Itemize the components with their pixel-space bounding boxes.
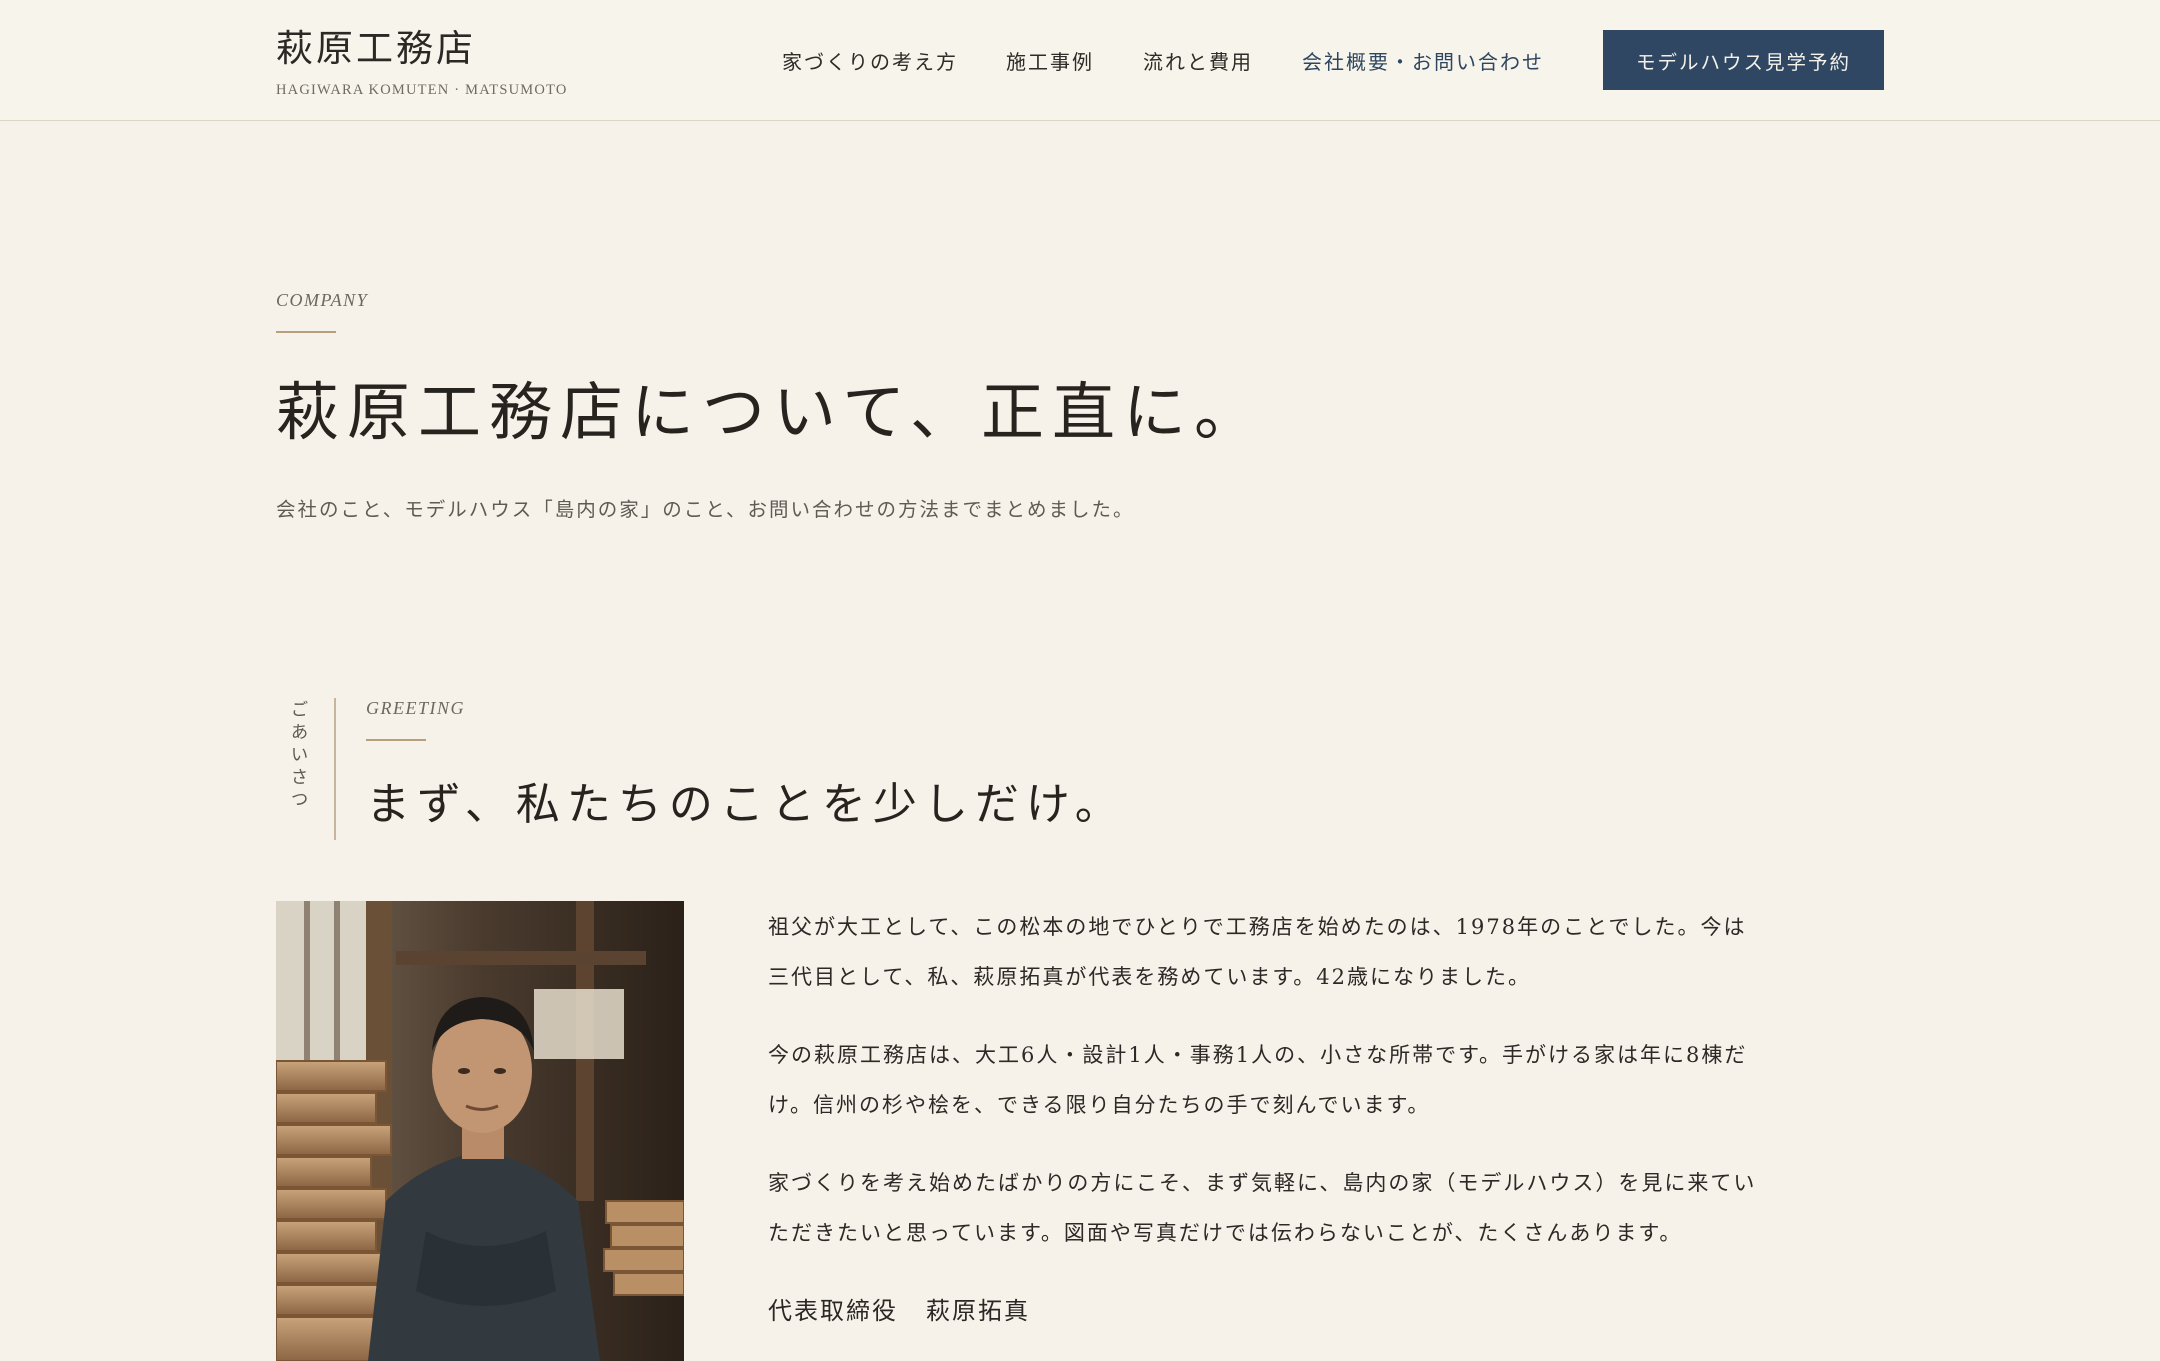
signature-name: 萩原拓真 — [926, 1297, 1030, 1325]
hero-lead: 会社のこと、モデルハウス「島内の家」のこと、お問い合わせの方法までまとめました。 — [276, 498, 1135, 521]
hero-eyebrow-rule — [276, 331, 336, 333]
portrait-photo-icon — [276, 901, 684, 1361]
brand-subtitle: HAGIWARA KOMUTEN · MATSUMOTO — [276, 82, 568, 98]
greeting-eyebrow-rule — [366, 739, 426, 741]
hero-eyebrow: COMPANY — [276, 290, 369, 310]
greeting-vertical-label: ごあいさつ — [288, 700, 308, 813]
nav-item-flow-cost[interactable]: 流れと費用 — [1143, 46, 1253, 75]
signature: 代表取締役 萩原拓真 — [768, 1286, 1768, 1336]
greeting-title: まず、私たちのことを少しだけ。 — [366, 779, 1126, 830]
greeting-body: 祖父が大工として、この松本の地でひとりで工務店を始めたのは、1978年のことでし… — [768, 902, 1768, 1336]
greeting-paragraph: 今の萩原工務店は、大工6人・設計1人・事務1人の、小さな所帯です。手がける家は年… — [768, 1043, 1748, 1117]
model-house-reservation-button[interactable]: モデルハウス見学予約 — [1603, 30, 1884, 90]
greeting-eyebrow: GREETING — [366, 698, 465, 718]
greeting-paragraph: 家づくりを考え始めたばかりの方にこそ、まず気軽に、島内の家（モデルハウス）を見に… — [768, 1171, 1757, 1245]
site-header: 萩原工務店 HAGIWARA KOMUTEN · MATSUMOTO 家づくりの… — [0, 0, 2160, 121]
brand-logo[interactable]: 萩原工務店 HAGIWARA KOMUTEN · MATSUMOTO — [276, 26, 568, 99]
nav-item-philosophy[interactable]: 家づくりの考え方 — [782, 46, 958, 75]
greeting-vertical-divider — [334, 698, 336, 840]
greeting-paragraph: 祖父が大工として、この松本の地でひとりで工務店を始めたのは、1978年のことでし… — [768, 915, 1747, 989]
nav-item-company-contact[interactable]: 会社概要・お問い合わせ — [1302, 46, 1544, 75]
nav-item-works[interactable]: 施工事例 — [1006, 46, 1094, 75]
brand-name: 萩原工務店 — [276, 27, 476, 70]
page-title: 萩原工務店について、正直に。 — [276, 376, 1265, 449]
representative-portrait-photo — [276, 901, 684, 1361]
signature-role: 代表取締役 — [768, 1297, 898, 1325]
